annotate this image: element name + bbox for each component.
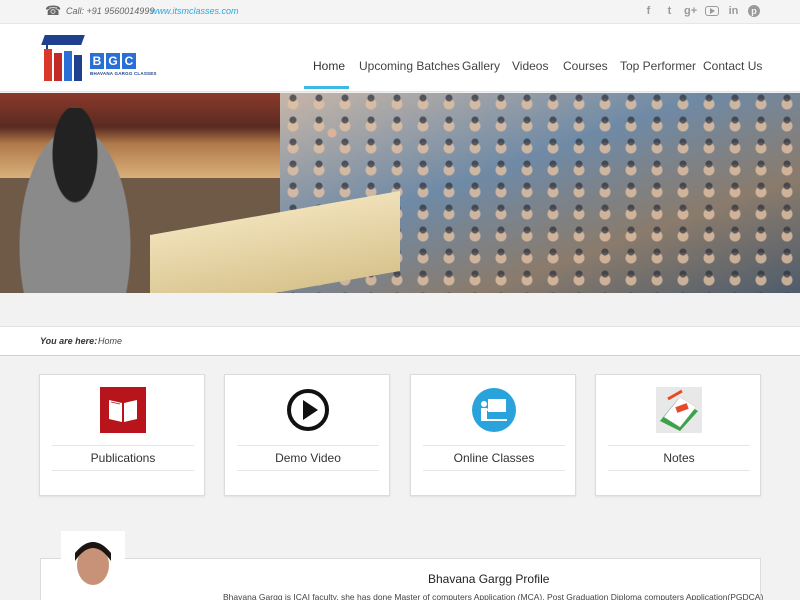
play-icon — [285, 387, 331, 433]
card-notes[interactable]: Notes — [595, 374, 761, 496]
nav-contact-us[interactable]: Contact Us — [703, 59, 762, 73]
youtube-icon[interactable] — [705, 6, 719, 16]
nav-courses[interactable]: Courses — [563, 59, 608, 73]
social-links: f t g+ in p — [642, 4, 760, 18]
nav-upcoming-batches[interactable]: Upcoming Batches — [359, 59, 460, 73]
nav-gallery[interactable]: Gallery — [462, 59, 500, 73]
card-publications[interactable]: Publications — [39, 374, 205, 496]
profile-section: Bhavana Gargg Profile Bhavana Gargg is I… — [40, 531, 764, 600]
book-icon — [100, 387, 146, 433]
nav-top-performer[interactable]: Top Performer — [620, 59, 696, 73]
nav-home[interactable]: Home — [313, 59, 345, 73]
card-online-classes[interactable]: Online Classes — [410, 374, 576, 496]
profile-description: Bhavana Gargg is ICAI faculty, she has d… — [223, 592, 764, 600]
linkedin-icon[interactable]: in — [727, 4, 740, 18]
breadcrumb-label: You are here: — [40, 336, 98, 346]
facebook-icon[interactable]: f — [642, 4, 655, 18]
google-plus-icon[interactable]: g+ — [684, 4, 697, 18]
bgc-logo[interactable]: B G C BHAVANA GARGG CLASSES — [40, 33, 156, 81]
website-link[interactable]: www.itsmclasses.com — [151, 6, 239, 17]
nav-videos[interactable]: Videos — [512, 59, 548, 73]
logo-letter-b: B — [90, 53, 104, 69]
call-text: Call: +91 9560014999 — [66, 6, 155, 16]
speaker-figure — [10, 108, 140, 293]
logo-letter-g: G — [106, 53, 120, 69]
profile-photo — [61, 531, 125, 600]
pinterest-icon[interactable]: p — [748, 5, 760, 17]
logo-tagline: BHAVANA GARGG CLASSES — [90, 71, 157, 76]
presentation-icon — [471, 387, 517, 433]
site-header: B G C BHAVANA GARGG CLASSES Home Upcomin… — [0, 24, 800, 92]
card-demo-video[interactable]: Demo Video — [224, 374, 390, 496]
card-title: Online Classes — [453, 451, 535, 465]
card-title: Notes — [663, 451, 695, 465]
nav-active-indicator — [304, 86, 349, 89]
profile-title: Bhavana Gargg Profile — [428, 572, 550, 586]
logo-letters: B G C — [90, 53, 136, 69]
hero-banner-image — [0, 93, 800, 293]
twitter-icon[interactable]: t — [663, 4, 676, 18]
breadcrumb: You are here: Home — [0, 326, 800, 356]
notes-icon — [656, 387, 702, 433]
top-bar: ☎ Call: +91 9560014999 www.itsmclasses.c… — [0, 0, 800, 24]
card-title: Demo Video — [275, 451, 341, 465]
card-title: Publications — [90, 451, 156, 465]
logo-letter-c: C — [122, 53, 136, 69]
breadcrumb-current[interactable]: Home — [98, 336, 122, 346]
phone-icon: ☎ — [45, 3, 62, 18]
